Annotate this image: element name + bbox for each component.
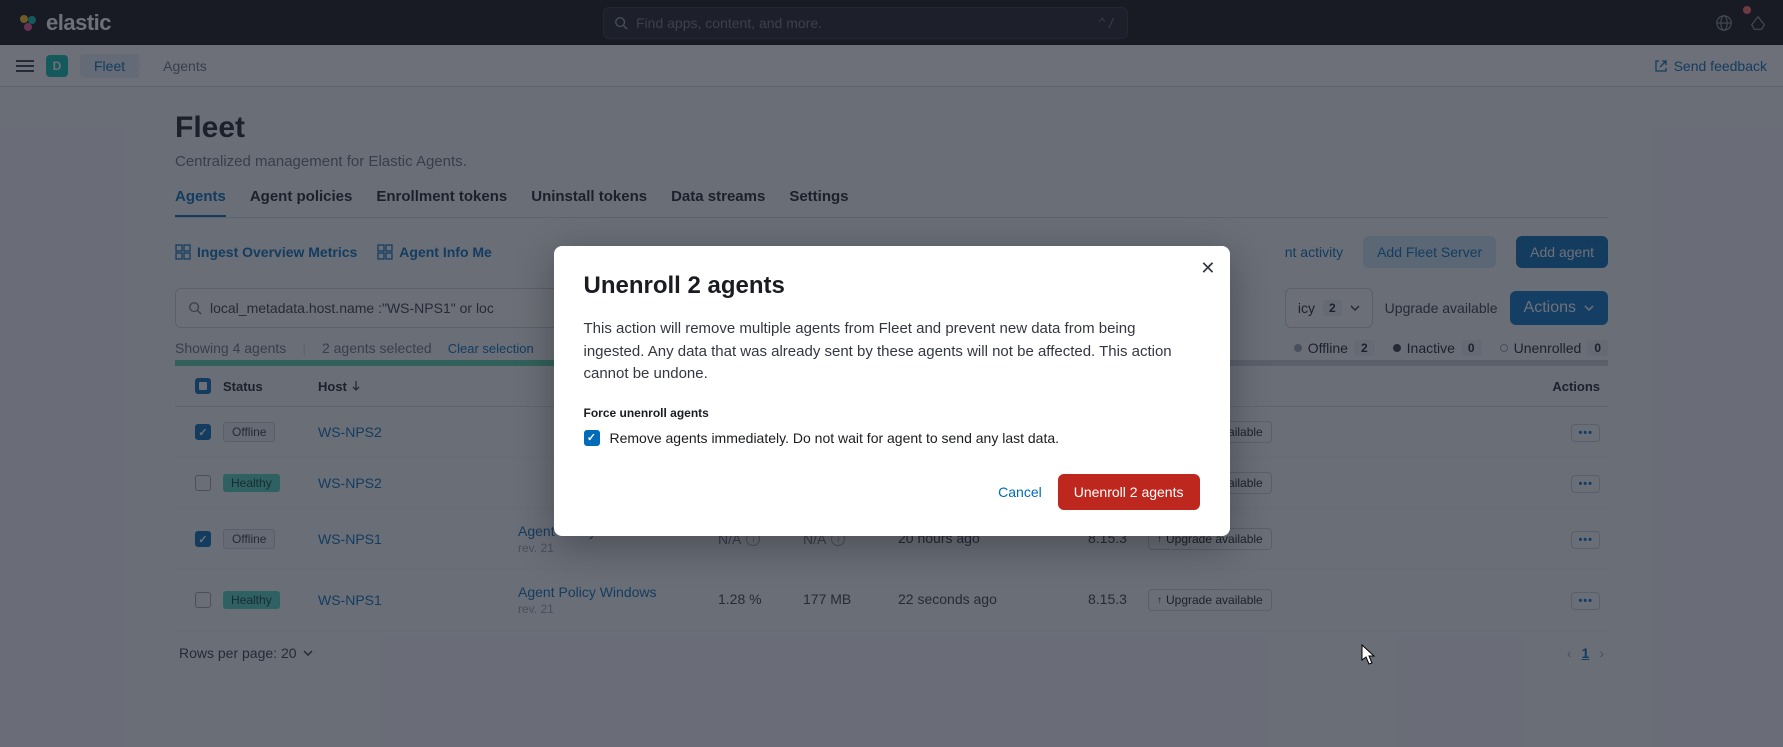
modal-title: Unenroll 2 agents: [584, 272, 1200, 300]
modal-section-label: Force unenroll agents: [584, 406, 1200, 420]
modal-overlay[interactable]: ✕ Unenroll 2 agents This action will rem…: [0, 0, 1783, 747]
modal-body: This action will remove multiple agents …: [584, 318, 1200, 386]
modal-actions: Cancel Unenroll 2 agents: [584, 474, 1200, 510]
unenroll-modal: ✕ Unenroll 2 agents This action will rem…: [554, 246, 1230, 536]
confirm-unenroll-button[interactable]: Unenroll 2 agents: [1058, 474, 1200, 510]
force-unenroll-label: Remove agents immediately. Do not wait f…: [610, 430, 1060, 446]
cancel-button[interactable]: Cancel: [998, 484, 1042, 500]
force-unenroll-checkbox[interactable]: [584, 430, 600, 446]
modal-close-button[interactable]: ✕: [1200, 258, 1215, 279]
force-unenroll-row: Remove agents immediately. Do not wait f…: [584, 430, 1200, 446]
